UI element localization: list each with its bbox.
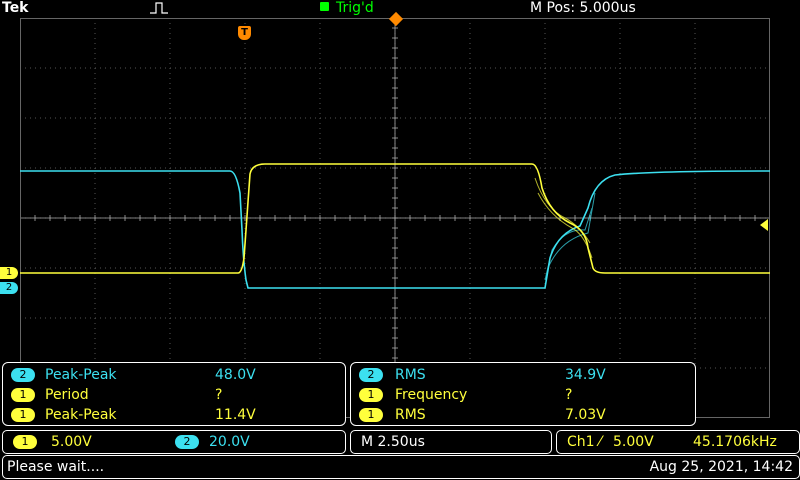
ch1-scale[interactable]: 5.00V — [51, 431, 92, 453]
trigger-frequency: 45.1706kHz — [693, 434, 777, 450]
graticule-grid — [20, 18, 770, 418]
timebase-readout[interactable]: M 2.50us — [350, 430, 552, 454]
horizontal-position: M Pos: 5.000us — [530, 0, 636, 16]
ch2-badge: 2 — [175, 435, 199, 449]
status-bar: Please wait.... Aug 25, 2021, 14:42 — [2, 455, 800, 479]
measurement-label: Peak-Peak — [45, 367, 117, 383]
measurement-label: Frequency — [395, 387, 468, 403]
measurement-value: ? — [215, 387, 223, 403]
ch2-waveform-jitter — [544, 192, 596, 281]
pulse-trigger-type-icon — [150, 2, 168, 14]
trigger-status: Trig'd — [336, 0, 374, 16]
ch1-badge: 1 — [13, 435, 37, 449]
date-time: Aug 25, 2021, 14:42 — [649, 459, 793, 475]
measurement-row[interactable]: 1 Peak-Peak 11.4V — [3, 405, 343, 425]
ch1-ground-marker[interactable]: 1 — [0, 267, 18, 279]
measurement-label: RMS — [395, 367, 426, 383]
status-message: Please wait.... — [7, 459, 105, 475]
measurements-left-panel[interactable]: 2 Peak-Peak 48.0V 1 Period ? 1 Peak-Peak… — [2, 362, 346, 426]
measurement-row[interactable]: 1 RMS 7.03V — [351, 405, 693, 425]
trigger-readout[interactable]: Ch1 ⁄ 5.00V 45.1706kHz — [556, 430, 800, 454]
measurement-row[interactable]: 1 Frequency ? — [351, 385, 693, 405]
measurement-value: 48.0V — [215, 367, 256, 383]
ch1-badge: 1 — [11, 388, 35, 402]
ch1-badge: 1 — [359, 388, 383, 402]
ch2-badge: 2 — [359, 368, 383, 382]
timebase-scale: M 2.50us — [361, 434, 425, 450]
trigger-state-icon — [320, 2, 329, 11]
rising-edge-icon: ⁄ — [599, 434, 602, 450]
trigger-source: Ch1 — [567, 434, 595, 450]
measurement-row[interactable]: 1 Period ? — [3, 385, 343, 405]
trigger-point-marker[interactable]: T — [238, 26, 251, 40]
ch1-badge: 1 — [359, 408, 383, 422]
ch1-badge: 1 — [11, 408, 35, 422]
measurement-value: 34.9V — [565, 367, 606, 383]
ch2-scale[interactable]: 20.0V — [209, 431, 250, 453]
channel-scales-readout[interactable]: 1 5.00V 2 20.0V — [2, 430, 346, 454]
grid-lines — [20, 18, 770, 418]
ch2-ground-marker[interactable]: 2 — [0, 282, 18, 294]
measurement-row[interactable]: 2 RMS 34.9V — [351, 365, 693, 385]
measurement-label: Peak-Peak — [45, 407, 117, 423]
measurement-label: Period — [45, 387, 89, 403]
measurement-label: RMS — [395, 407, 426, 423]
measurement-value: ? — [565, 387, 573, 403]
trigger-level: 5.00V — [613, 434, 654, 450]
trigger-level-arrow-icon[interactable] — [760, 219, 768, 231]
measurements-right-panel[interactable]: 2 RMS 34.9V 1 Frequency ? 1 RMS 7.03V — [350, 362, 696, 426]
brand-logo: Tek — [2, 0, 29, 16]
ch2-badge: 2 — [11, 368, 35, 382]
measurement-value: 11.4V — [215, 407, 256, 423]
measurement-value: 7.03V — [565, 407, 606, 423]
measurement-row[interactable]: 2 Peak-Peak 48.0V — [3, 365, 343, 385]
